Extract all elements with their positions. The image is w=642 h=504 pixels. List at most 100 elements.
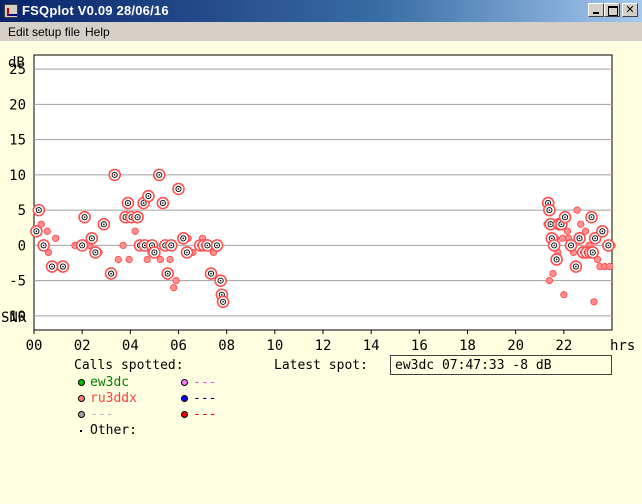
- data-point-ew3dc-dot: [142, 202, 145, 204]
- minimize-button[interactable]: [588, 3, 604, 17]
- data-point-ew3dc-dot: [578, 237, 581, 240]
- plot-background: [33, 54, 613, 331]
- call-marker-icon: [78, 395, 85, 402]
- data-point-ew3dc-dot: [103, 223, 105, 226]
- data-point-ew3dc-dot: [186, 251, 188, 254]
- data-point-ru3ddx: [43, 227, 51, 235]
- latest-spot-label: Latest spot:: [274, 358, 368, 373]
- data-point-ew3dc-dot: [151, 244, 153, 247]
- data-point-ew3dc-dot: [158, 174, 161, 176]
- x-tick-label: 06: [170, 338, 187, 351]
- call-marker-icon: [181, 395, 188, 402]
- y-tick-label: 20: [9, 97, 26, 113]
- data-point-ru3ddx: [172, 277, 180, 285]
- data-point-ew3dc-dot: [564, 216, 566, 218]
- data-point-ru3ddx: [577, 220, 585, 228]
- x-tick-label: 14: [363, 338, 380, 351]
- data-point-ew3dc-dot: [177, 188, 180, 190]
- data-point-ew3dc-dot: [547, 202, 549, 204]
- data-point-ew3dc-dot: [51, 265, 53, 268]
- maximize-button[interactable]: [604, 3, 620, 17]
- call-label: ---: [193, 375, 217, 390]
- call-label: ru3ddx: [90, 391, 137, 406]
- y-tick-label: 0: [18, 238, 26, 254]
- call-marker-icon: [181, 411, 188, 418]
- data-point-ew3dc-dot: [147, 195, 150, 197]
- x-tick-label: 20: [507, 338, 524, 351]
- x-tick-label: 00: [26, 338, 43, 351]
- data-point-ru3ddx: [605, 262, 614, 271]
- data-point-ew3dc-dot: [590, 216, 593, 218]
- data-point-ew3dc-dot: [560, 223, 563, 226]
- data-point-ew3dc-dot: [575, 265, 577, 268]
- data-point-ew3dc-dot: [136, 216, 139, 218]
- call-label: ---: [193, 407, 217, 422]
- y-tick-label: -5: [9, 274, 26, 290]
- window-title: FSQplot V0.09 28/06/16: [22, 3, 169, 18]
- call-marker-icon: [181, 379, 188, 386]
- data-point-ew3dc-dot: [570, 244, 572, 247]
- calls-spotted-heading: Calls spotted:: [74, 358, 184, 373]
- data-point-ew3dc-dot: [594, 237, 596, 240]
- data-point-ew3dc-dot: [221, 293, 223, 296]
- data-point-ew3dc-dot: [162, 202, 164, 204]
- x-tick-label: 04: [122, 338, 139, 351]
- data-point-ew3dc-dot: [607, 244, 610, 247]
- data-point-ew3dc-dot: [166, 272, 169, 275]
- data-point-ew3dc-dot: [216, 244, 218, 247]
- data-point-ru3ddx: [545, 277, 553, 285]
- y-unit-label: dB: [8, 55, 25, 71]
- y-tick-label: 5: [18, 203, 26, 219]
- title-bar[interactable]: FSQplot V0.09 28/06/16 ✕: [0, 0, 642, 22]
- data-point-ew3dc-dot: [549, 223, 552, 226]
- data-point-ew3dc-dot: [210, 272, 212, 275]
- menu-bar: Edit setup file Help: [0, 22, 642, 41]
- data-point-ew3dc-dot: [38, 209, 40, 211]
- data-point-ew3dc-dot: [94, 251, 97, 254]
- data-point-ew3dc-dot: [143, 244, 146, 247]
- y-tick-label: 15: [9, 133, 26, 149]
- call-label: ew3dc: [90, 375, 130, 390]
- data-point-ew3dc-dot: [601, 230, 604, 233]
- call-label: ---: [90, 407, 114, 422]
- data-point-ew3dc-dot: [35, 230, 38, 233]
- data-point-ru3ddx: [573, 206, 581, 214]
- call-label: ---: [193, 391, 217, 406]
- x-tick-label: 08: [218, 338, 235, 351]
- data-point-ru3ddx: [559, 234, 567, 242]
- data-point-ew3dc-dot: [170, 244, 173, 247]
- data-point-ru3ddx: [125, 255, 133, 264]
- data-point-ew3dc-dot: [555, 258, 558, 261]
- close-button[interactable]: ✕: [622, 3, 638, 17]
- data-point-ew3dc-dot: [591, 251, 594, 254]
- data-point-ru3ddx: [119, 241, 127, 249]
- x-tick-label: 22: [555, 338, 572, 351]
- call-marker-icon: [78, 411, 85, 418]
- x-tick-label: 18: [459, 338, 476, 351]
- data-point-ew3dc-dot: [42, 244, 45, 247]
- data-point-ru3ddx: [590, 298, 598, 306]
- info-panel: Calls spotted: ew3dc ru3ddx --- --- --- --- Ot…: [0, 351, 642, 504]
- data-point-ew3dc-dot: [83, 216, 86, 218]
- data-point-ew3dc-dot: [127, 202, 129, 204]
- x-tick-label: 16: [411, 338, 428, 351]
- x-tick-label: 12: [315, 338, 332, 351]
- data-point-ew3dc-dot: [182, 237, 185, 240]
- data-point-ew3dc-dot: [222, 300, 224, 303]
- data-point-ru3ddx: [114, 255, 122, 264]
- data-point-ru3ddx: [170, 284, 178, 292]
- other-label: Other:: [90, 423, 137, 438]
- data-point-ew3dc-dot: [550, 237, 553, 240]
- data-point-ru3ddx: [549, 269, 557, 278]
- menu-edit-setup-file[interactable]: Edit setup file: [8, 25, 80, 39]
- x-axis-label: hrs: [610, 338, 635, 351]
- menu-help[interactable]: Help: [85, 25, 110, 39]
- data-point-ru3ddx: [560, 291, 568, 299]
- app-icon[interactable]: [4, 4, 18, 18]
- data-point-ru3ddx: [52, 234, 60, 242]
- data-point-ru3ddx: [143, 255, 151, 264]
- data-point-ew3dc-dot: [110, 272, 112, 275]
- data-point-ru3ddx: [131, 227, 139, 235]
- data-point-ew3dc-dot: [62, 265, 64, 268]
- latest-spot-value: ew3dc 07:47:33 -8 dB: [390, 355, 612, 375]
